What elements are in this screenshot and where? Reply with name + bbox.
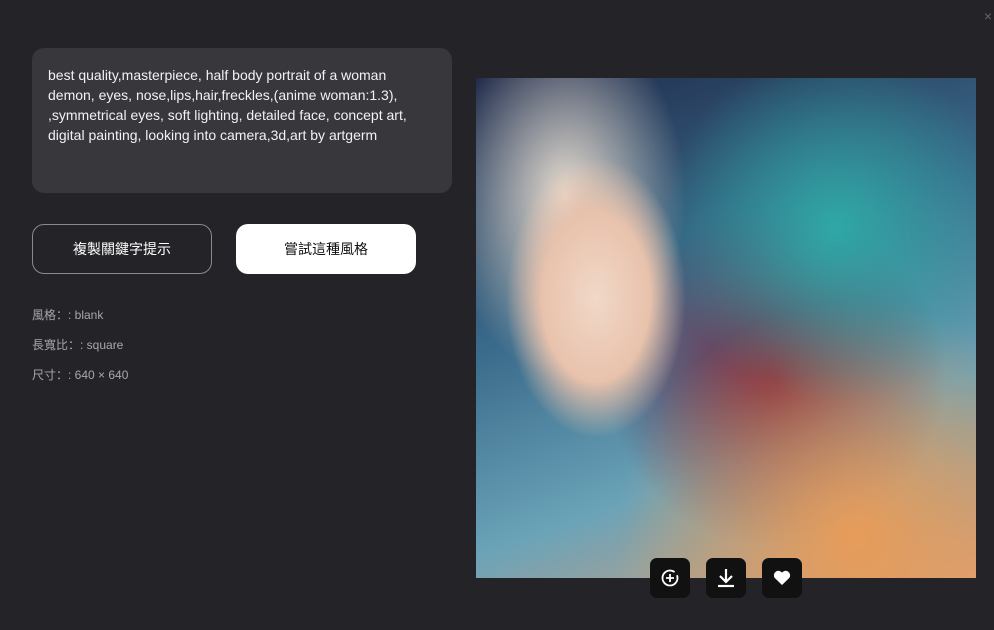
try-style-button[interactable]: 嘗試這種風格 bbox=[236, 224, 416, 274]
close-button[interactable]: × bbox=[984, 8, 992, 24]
prompt-text: best quality,masterpiece, half body port… bbox=[32, 48, 452, 193]
style-info: 風格：: blank bbox=[32, 308, 104, 322]
download-icon bbox=[718, 569, 734, 588]
upscale-button[interactable] bbox=[650, 558, 690, 598]
zoom-plus-icon bbox=[661, 569, 679, 587]
favorite-button[interactable] bbox=[762, 558, 802, 598]
aspect-ratio-info: 長寬比：: square bbox=[32, 338, 124, 352]
heart-icon bbox=[773, 570, 791, 585]
copy-prompt-button[interactable]: 複製關鍵字提示 bbox=[32, 224, 212, 274]
generated-image bbox=[476, 78, 976, 578]
download-button[interactable] bbox=[706, 558, 746, 598]
size-info: 尺寸：: 640 × 640 bbox=[32, 368, 129, 382]
